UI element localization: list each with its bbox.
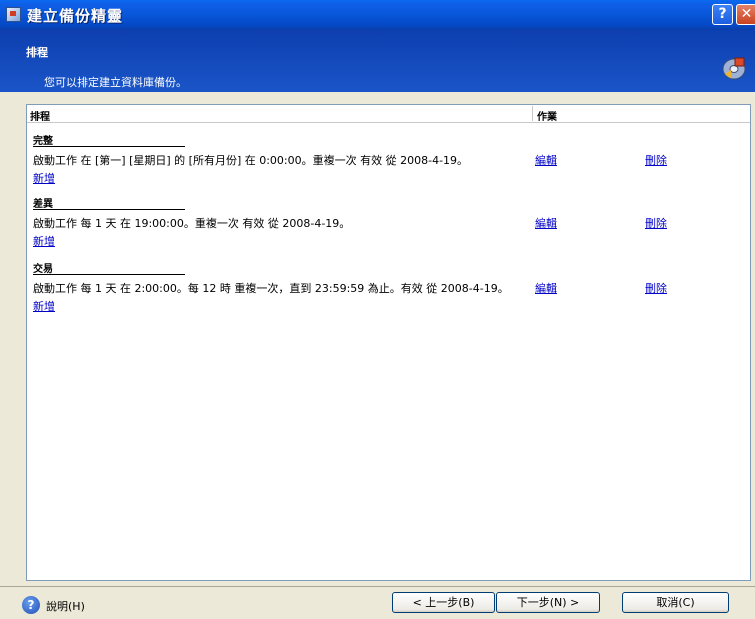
column-header: 排程 作業 bbox=[27, 105, 750, 123]
schedule-description: 啟動工作 每 1 天 在 2:00:00。每 12 時 重複一次，直到 23:5… bbox=[33, 282, 509, 295]
title-bar: 建立備份精靈 ? ✕ bbox=[0, 0, 755, 30]
column-schedule: 排程 bbox=[30, 112, 50, 123]
delete-link[interactable]: 刪除 bbox=[645, 152, 667, 168]
help-button[interactable]: ? bbox=[712, 4, 733, 25]
page-subtitle: 您可以排定建立資料庫備份。 bbox=[44, 76, 187, 89]
help-link[interactable]: 說明(H) bbox=[46, 598, 85, 614]
add-link[interactable]: 新增 bbox=[33, 170, 55, 186]
add-link[interactable]: 新增 bbox=[33, 233, 55, 249]
group-name: 交易 bbox=[33, 264, 53, 275]
column-divider[interactable] bbox=[532, 106, 533, 121]
delete-link[interactable]: 刪除 bbox=[645, 280, 667, 296]
window-title: 建立備份精靈 bbox=[27, 7, 124, 25]
group-name: 完整 bbox=[33, 136, 53, 147]
column-action: 作業 bbox=[537, 112, 557, 123]
back-button[interactable]: < 上一步(B) bbox=[392, 592, 495, 613]
help-icon[interactable]: ? bbox=[22, 596, 40, 614]
edit-link[interactable]: 編輯 bbox=[535, 152, 557, 168]
group-underline bbox=[33, 274, 185, 275]
group-underline bbox=[33, 209, 185, 210]
group-name: 差異 bbox=[33, 199, 53, 210]
schedule-description: 啟動工作 在 [第一] [星期日] 的 [所有月份] 在 0:00:00。重複一… bbox=[33, 154, 469, 167]
wizard-header: 排程 您可以排定建立資料庫備份。 bbox=[0, 30, 755, 92]
backup-disk-icon bbox=[722, 57, 746, 80]
add-link[interactable]: 新增 bbox=[33, 298, 55, 314]
schedule-description: 啟動工作 每 1 天 在 19:00:00。重複一次 有效 從 2008-4-1… bbox=[33, 217, 351, 230]
footer-separator bbox=[0, 586, 755, 587]
app-icon bbox=[6, 7, 21, 22]
close-button[interactable]: ✕ bbox=[736, 4, 755, 25]
edit-link[interactable]: 編輯 bbox=[535, 215, 557, 231]
edit-link[interactable]: 編輯 bbox=[535, 280, 557, 296]
delete-link[interactable]: 刪除 bbox=[645, 215, 667, 231]
cancel-button[interactable]: 取消(C) bbox=[622, 592, 729, 613]
group-underline bbox=[33, 146, 185, 147]
schedule-list: 排程 作業 完整 啟動工作 在 [第一] [星期日] 的 [所有月份] 在 0:… bbox=[26, 104, 751, 581]
page-title: 排程 bbox=[26, 46, 48, 59]
next-button[interactable]: 下一步(N) > bbox=[496, 592, 600, 613]
